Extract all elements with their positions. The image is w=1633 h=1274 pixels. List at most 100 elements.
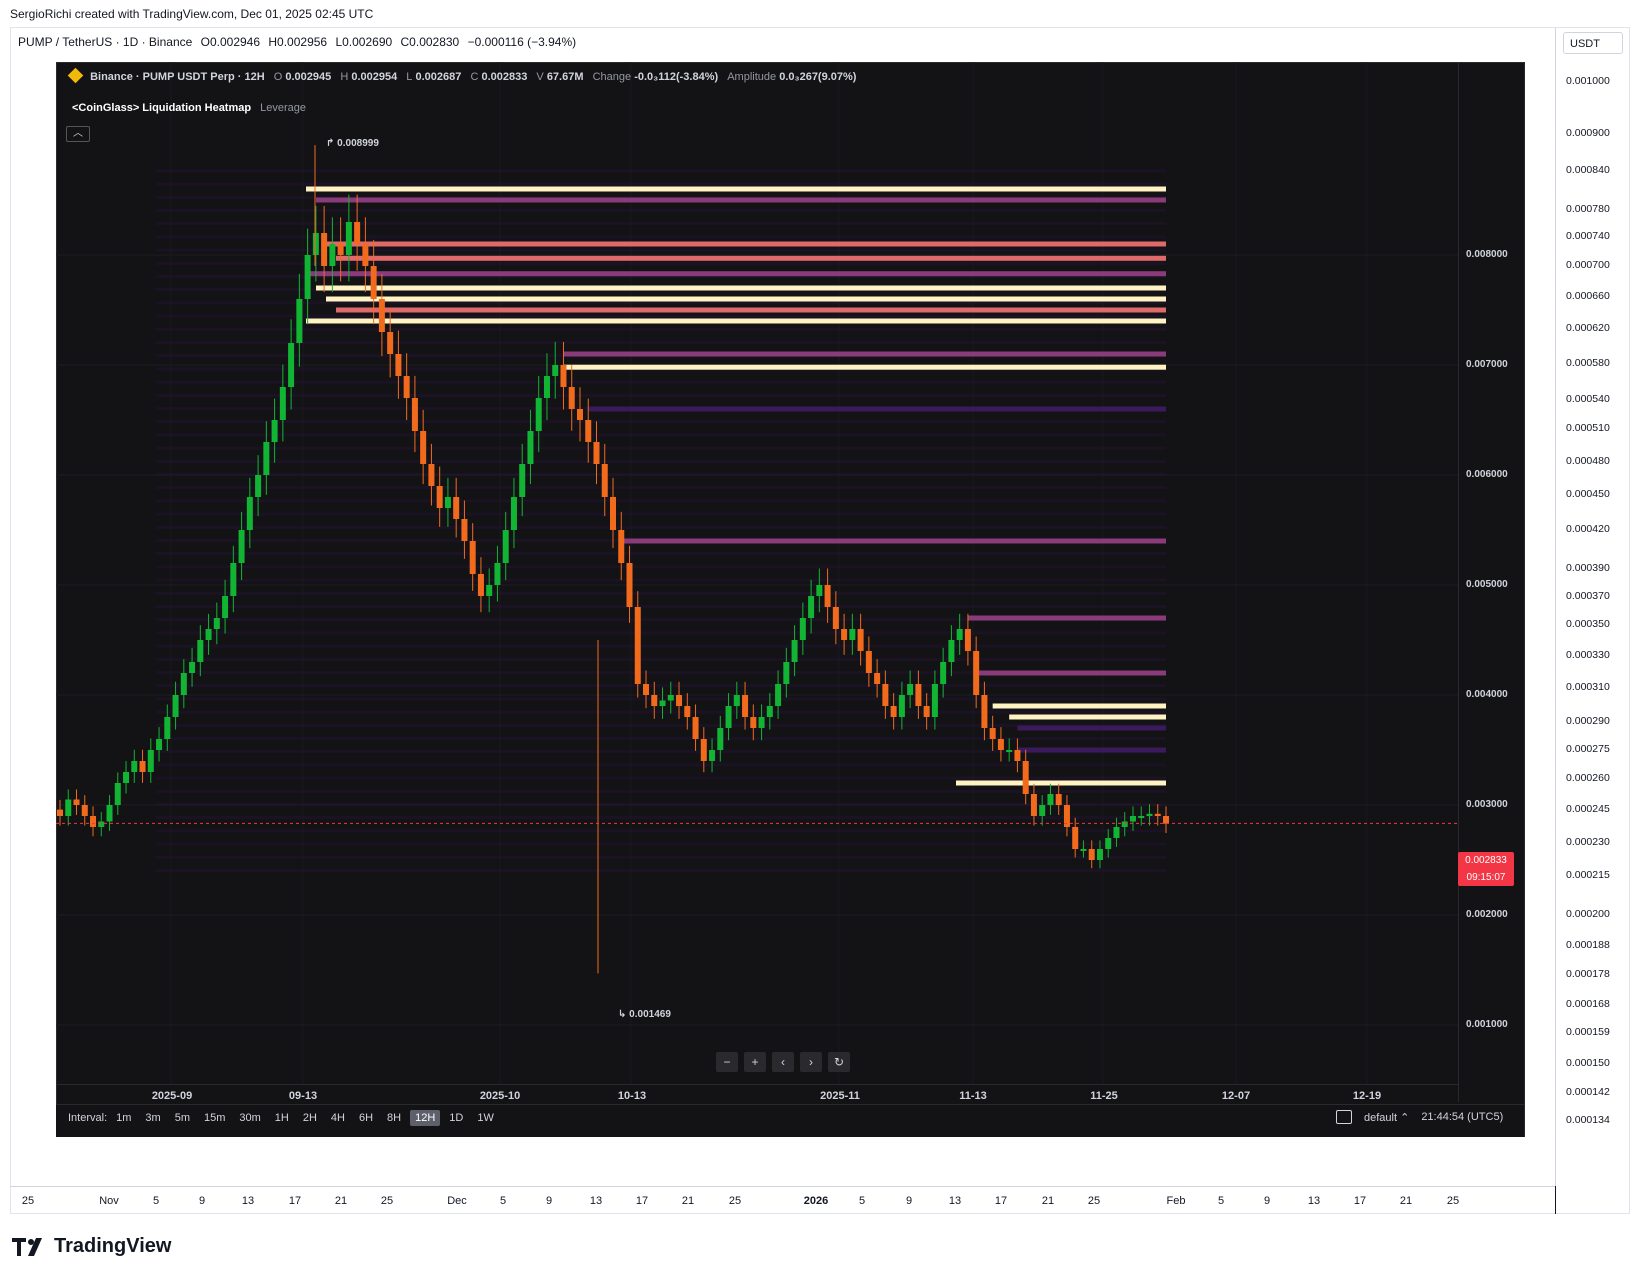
interval-option-1w[interactable]: 1W [472,1110,499,1126]
interval-option-8h[interactable]: 8H [382,1110,406,1126]
interval-option-12h[interactable]: 12H [410,1110,441,1126]
candle-body [1039,805,1046,816]
chevron-up-icon: ⌃ [1400,1111,1410,1124]
candle-body [527,431,534,464]
candle-body [543,376,550,398]
clock-display[interactable]: 21:44:54 (UTC5) [1421,1111,1503,1123]
candle-body [1030,794,1037,816]
heat-band [156,855,1166,859]
heat-band [156,327,1166,331]
inner-price-tick: 0.008000 [1466,249,1508,260]
candle-body [923,706,930,717]
zoom-in-button[interactable]: + [744,1052,766,1072]
interval-option-4h[interactable]: 4H [326,1110,350,1126]
amplitude-label: Amplitude [727,71,777,83]
candle-body [65,799,72,816]
heat-band [156,552,1166,556]
candle-body [1113,827,1120,838]
liquidation-level [588,406,1166,412]
candle-body [510,497,517,530]
candle-body [1072,827,1079,849]
outer-time-tick: 2026 [803,1195,829,1207]
tradingview-logo[interactable]: TradingView [12,1235,171,1258]
candle-body [1088,849,1095,860]
candle-body [428,464,435,486]
candle-body [783,662,790,684]
heat-band [156,499,1166,503]
candle-body [948,640,955,662]
interval-option-3m[interactable]: 3m [140,1110,165,1126]
interval-option-2h[interactable]: 2H [298,1110,322,1126]
candle-body [444,497,451,508]
outer-time-tick: 9 [905,1195,913,1207]
interval-option-1d[interactable]: 1D [444,1110,468,1126]
outer-price-tick: 0.000330 [1566,649,1610,661]
candle-body [1055,794,1062,805]
open-value: 0.002945 [285,71,332,83]
scroll-right-button[interactable]: › [800,1052,822,1072]
liquidation-level [306,318,1166,324]
candle-body [832,607,839,629]
candle-body [1105,838,1112,849]
outer-price-tick: 0.000275 [1566,743,1610,755]
interval-option-1h[interactable]: 1H [270,1110,294,1126]
candle-body [568,387,575,409]
outer-price-tick: 0.000700 [1566,259,1610,271]
candle-body [626,563,633,607]
outer-price-tick: 0.000660 [1566,290,1610,302]
layout-dropdown[interactable]: default ⌃ [1364,1111,1409,1124]
candle-body [164,717,171,739]
candle-body [618,530,625,563]
outer-time-tick: 25 [1446,1195,1460,1207]
collapse-legend-button[interactable]: ︿ [66,126,90,142]
currency-button[interactable]: USDT [1563,32,1623,54]
outer-time-tick: 13 [241,1195,255,1207]
candle-body [1129,816,1136,822]
heat-band [156,525,1166,529]
heatmap-chart[interactable] [56,62,1458,1084]
interval-option-15m[interactable]: 15m [199,1110,230,1126]
liquidation-level [956,780,1166,786]
heat-band [156,829,1166,833]
interval-option-1m[interactable]: 1m [111,1110,136,1126]
candle-body [643,684,650,695]
candle-body [279,387,286,420]
candle-body [321,233,328,266]
indicator-legend[interactable]: <CoinGlass> Liquidation Heatmap Leverage [72,102,306,114]
inner-symbol-title[interactable]: Binance · PUMP USDT Perp · 12H [90,71,265,83]
candle-body [238,530,245,563]
outer-time-tick: 13 [948,1195,962,1207]
candle-body [700,739,707,761]
liquidation-level [306,271,1166,277]
candle-body [156,739,163,750]
outer-price-tick: 0.000178 [1566,968,1610,980]
candle-body [213,618,220,629]
interval-option-5m[interactable]: 5m [170,1110,195,1126]
reset-chart-button[interactable]: ↻ [828,1052,850,1072]
scroll-left-button[interactable]: ‹ [772,1052,794,1072]
fullscreen-icon[interactable] [1336,1110,1352,1124]
zoom-out-button[interactable]: − [716,1052,738,1072]
inner-time-tick: 12-07 [1221,1090,1251,1102]
indicator-sub: Leverage [260,102,307,114]
candle-body [502,530,509,563]
outer-time-tick: Feb [1166,1195,1186,1207]
candle-body [403,376,410,398]
symbol-name[interactable]: PUMP / TetherUS · 1D · Binance [18,35,192,49]
low-price-marker-value: 0.001469 [629,1009,671,1020]
outer-price-scale[interactable] [1555,28,1630,1186]
outer-price-tick: 0.000450 [1566,488,1610,500]
open-value: O0.002946 [200,35,261,49]
outer-price-tick: 0.000540 [1566,393,1610,405]
outer-price-tick: 0.000350 [1566,618,1610,630]
volume-label: V [536,71,544,83]
liquidation-level [306,186,1166,192]
interval-option-30m[interactable]: 30m [234,1110,265,1126]
close-value: 0.002833 [481,71,528,83]
candle-body [552,365,559,376]
heat-band [156,222,1166,226]
candle-body [1006,750,1013,752]
candle-body [775,684,782,706]
candle-body [378,299,385,332]
interval-option-6h[interactable]: 6H [354,1110,378,1126]
